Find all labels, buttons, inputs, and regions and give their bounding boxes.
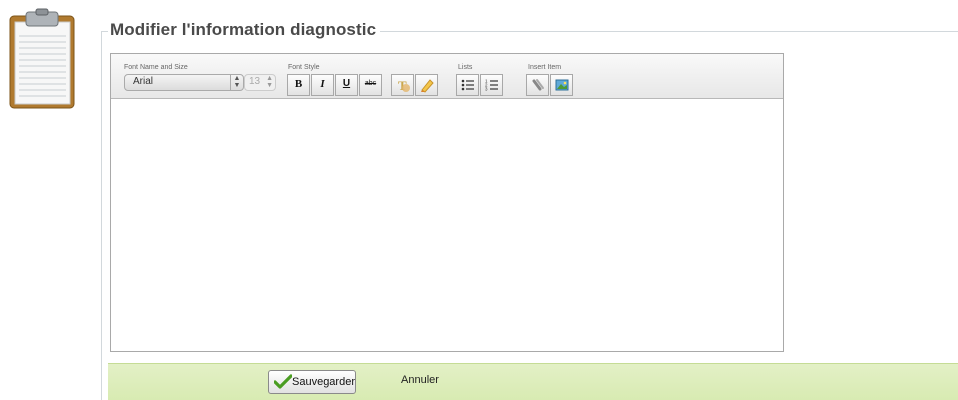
italic-button[interactable]: I bbox=[311, 74, 334, 96]
highlighter-icon bbox=[420, 79, 434, 93]
save-button[interactable]: Sauvegarder bbox=[268, 370, 356, 394]
image-icon bbox=[555, 79, 568, 91]
font-name-value: Arial bbox=[133, 76, 154, 87]
save-button-label: Sauvegarder bbox=[292, 376, 355, 388]
font-size-select[interactable]: 13 ▲ ▼ bbox=[244, 74, 276, 91]
numbered-list-button[interactable]: 123 bbox=[480, 74, 503, 96]
rich-text-editor: Font Name and Size Arial ▲ ▼ 13 ▲ ▼ Font S… bbox=[110, 53, 784, 352]
underline-button[interactable]: U bbox=[335, 74, 358, 96]
text-color-button[interactable]: T bbox=[391, 74, 414, 96]
svg-text:3: 3 bbox=[485, 87, 488, 92]
numbered-list-icon: 123 bbox=[485, 79, 498, 92]
font-name-select[interactable]: Arial ▲ ▼ bbox=[124, 74, 244, 91]
highlight-button[interactable] bbox=[415, 74, 438, 96]
lists-group-label: Lists bbox=[458, 64, 473, 71]
fieldset-border-left bbox=[101, 31, 102, 400]
bullet-list-button[interactable] bbox=[456, 74, 479, 96]
font-size-value: 13 bbox=[249, 76, 261, 87]
bold-button[interactable]: B bbox=[287, 74, 310, 96]
cancel-link[interactable]: Annuler bbox=[401, 374, 439, 386]
insert-group-label: Insert Item bbox=[528, 64, 562, 71]
insert-link-button[interactable] bbox=[526, 74, 549, 96]
clipboard-icon bbox=[9, 8, 75, 109]
bullet-list-icon bbox=[461, 79, 474, 91]
style-group-label: Font Style bbox=[288, 64, 320, 71]
strikethrough-button[interactable]: abc bbox=[359, 74, 382, 96]
size-arrows-icon: ▲ ▼ bbox=[266, 75, 273, 89]
select-arrows-icon: ▲ ▼ bbox=[230, 75, 243, 90]
link-icon bbox=[532, 79, 544, 91]
page-title: Modifier l'information diagnostic bbox=[108, 20, 381, 40]
check-icon bbox=[274, 374, 292, 389]
text-color-icon: T bbox=[398, 78, 410, 93]
editor-text-area[interactable] bbox=[111, 99, 783, 351]
form-footer: Sauvegarder Annuler bbox=[108, 363, 958, 400]
editor-toolbar: Font Name and Size Arial ▲ ▼ 13 ▲ ▼ Font S… bbox=[111, 54, 783, 99]
insert-image-button[interactable] bbox=[550, 74, 573, 96]
font-group-label: Font Name and Size bbox=[124, 64, 188, 71]
